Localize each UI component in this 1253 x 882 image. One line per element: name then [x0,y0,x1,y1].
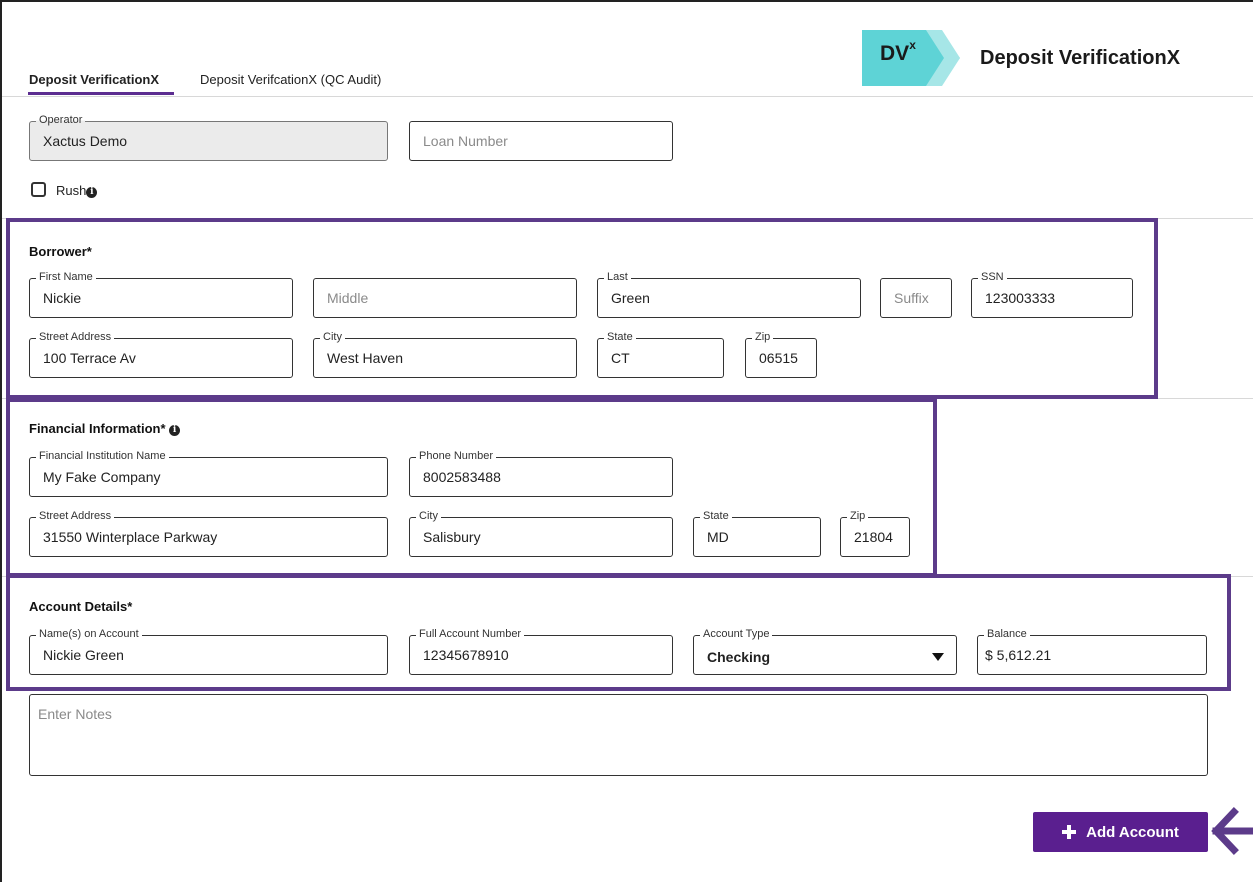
tab-deposit-verification[interactable]: Deposit VerificationX [29,72,159,87]
app-title: Deposit VerificationX [980,47,1181,69]
loan-number-placeholder: Loan Number [423,133,508,149]
arrow-left-icon [1211,807,1253,855]
borrower-highlight-box [6,218,1158,399]
rush-checkbox[interactable] [31,182,46,197]
logo-badge-text: DVx [880,38,916,65]
operator-label: Operator [36,114,86,127]
loan-number-input[interactable]: Loan Number [409,121,673,161]
financial-highlight-box [6,398,937,577]
tab-divider [2,96,1253,97]
account-highlight-box [6,574,1231,691]
active-tab-indicator [28,92,174,95]
notes-placeholder: Enter Notes [38,706,112,722]
operator-value: Xactus Demo [43,133,128,149]
tab-qc-audit[interactable]: Deposit VerifcationX (QC Audit) [200,72,381,87]
plus-icon [1062,825,1077,839]
add-account-button[interactable]: Add Account [1033,812,1208,852]
rush-label: Rush i [56,183,98,198]
operator-field: Operator Xactus Demo [29,114,388,161]
notes-textarea[interactable]: Enter Notes [29,694,1208,776]
add-account-label: Add Account [1086,823,1179,841]
info-icon[interactable]: i [86,187,98,198]
